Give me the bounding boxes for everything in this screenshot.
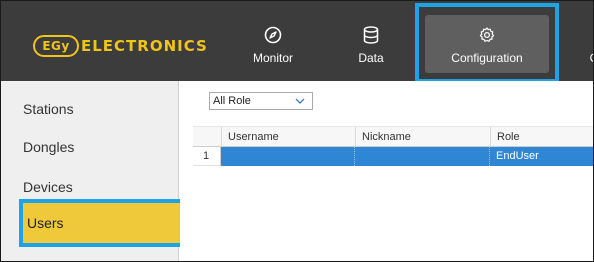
cell-role[interactable]: EndUser bbox=[490, 147, 593, 166]
nav-data-label: Data bbox=[358, 51, 384, 65]
column-header-role[interactable]: Role bbox=[490, 127, 593, 148]
nav-data[interactable]: Data bbox=[331, 25, 411, 73]
main-content: All Role Username Nickname Role 1 EndUse… bbox=[180, 81, 593, 261]
column-header-username[interactable]: Username bbox=[221, 127, 355, 148]
table-row[interactable]: 1 EndUser bbox=[193, 147, 593, 166]
nav-overflow-label: C bbox=[590, 51, 593, 65]
role-filter-select[interactable]: All Role bbox=[209, 92, 313, 110]
cell-nickname[interactable] bbox=[355, 147, 490, 166]
table-header: Username Nickname Role bbox=[193, 126, 593, 148]
logo-badge: EGy bbox=[33, 35, 79, 57]
nav-monitor[interactable]: Monitor bbox=[233, 25, 313, 73]
row-index: 1 bbox=[193, 147, 221, 166]
cell-username[interactable] bbox=[221, 147, 355, 166]
column-header-nickname[interactable]: Nickname bbox=[355, 127, 490, 148]
sidebar-item-dongles[interactable]: Dongles bbox=[23, 139, 74, 155]
database-icon bbox=[363, 25, 379, 45]
app-window: EGy ELECTRONICS Monitor Data Configurati… bbox=[0, 0, 594, 262]
sidebar: Stations Dongles Devices Users bbox=[1, 81, 184, 261]
sidebar-item-stations[interactable]: Stations bbox=[23, 101, 74, 117]
compass-icon bbox=[264, 25, 282, 45]
users-highlight-box bbox=[19, 199, 184, 247]
configuration-highlight-box bbox=[415, 3, 559, 83]
role-filter-value: All Role bbox=[213, 95, 251, 107]
nav-monitor-label: Monitor bbox=[252, 51, 293, 65]
chevron-down-icon bbox=[294, 94, 306, 108]
logo-text: ELECTRONICS bbox=[81, 37, 208, 55]
sidebar-item-devices[interactable]: Devices bbox=[23, 179, 73, 195]
column-header-index bbox=[193, 127, 221, 148]
brand-logo[interactable]: EGy ELECTRONICS bbox=[33, 35, 208, 57]
